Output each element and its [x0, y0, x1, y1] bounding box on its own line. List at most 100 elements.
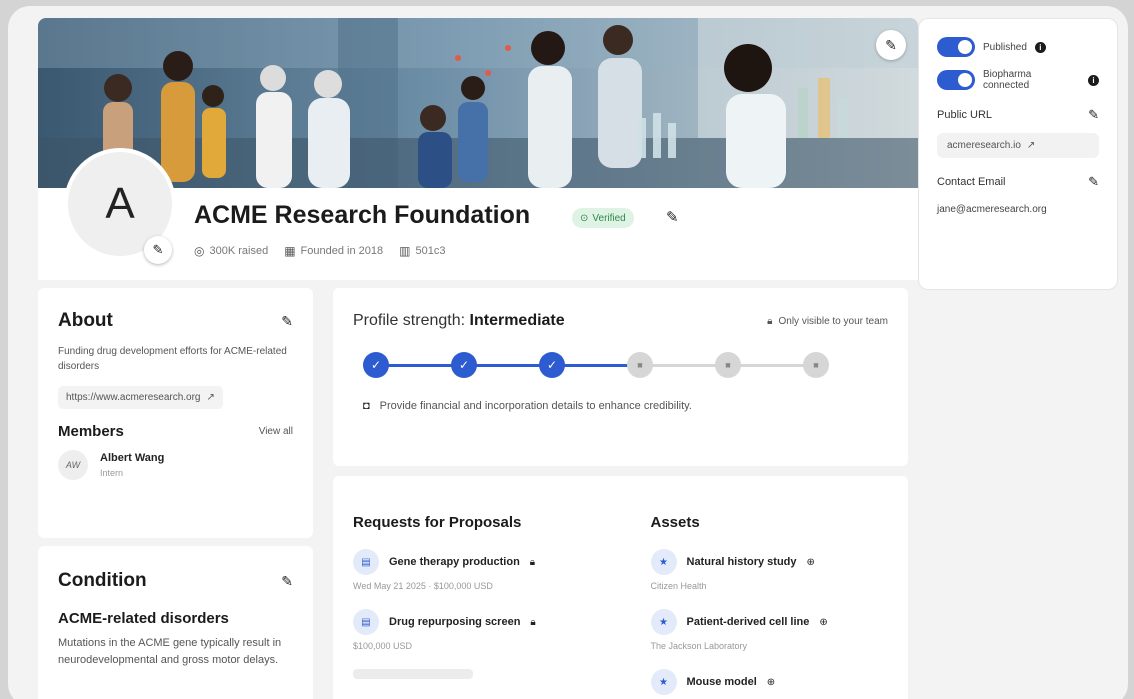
- hint-text: Provide financial and incorporation deta…: [379, 400, 692, 412]
- public-url-link[interactable]: acmeresearch.io ↗: [937, 133, 1099, 158]
- list-item-row: ★ Patient-derived cell line ⊕: [650, 609, 889, 635]
- lock-icon: 🔒︎: [530, 616, 536, 628]
- list-item[interactable]: ★ Patient-derived cell line ⊕ The Jackso…: [650, 609, 889, 651]
- settings-panel: Published i Biopharma connected i Public…: [918, 18, 1118, 290]
- list-item-row: ▤ Gene therapy production 🔒︎: [353, 549, 591, 575]
- meta-raised-text: 300K raised: [209, 245, 269, 257]
- rfp-assets-card: Requests for Proposals ▤ Gene therapy pr…: [333, 476, 908, 699]
- pencil-icon[interactable]: ✎: [281, 573, 293, 590]
- asset-item-title: Natural history study: [686, 556, 797, 568]
- assets-column: Assets ★ Natural history study ⊕ Citizen…: [650, 514, 889, 695]
- published-label: Published: [983, 41, 1027, 53]
- rfp-item-subtitle: $100,000 USD: [353, 641, 413, 651]
- list-item[interactable]: ★ Mouse model ⊕: [650, 669, 889, 695]
- condition-title: Condition: [58, 570, 147, 591]
- coin-icon: ◎: [194, 244, 205, 258]
- meta-founded-text: Founded in 2018: [300, 245, 384, 257]
- globe-icon: ⊕: [766, 676, 776, 688]
- profile-strength-title: Profile strength: Intermediate: [353, 312, 565, 330]
- profile-strength-label: Profile strength:: [353, 312, 466, 329]
- more-button[interactable]: [353, 669, 473, 679]
- external-link-icon: ↗: [1026, 140, 1036, 151]
- members-header: Members View all: [58, 423, 293, 440]
- contact-email-label: Contact Email: [937, 176, 1006, 188]
- rfp-item-title: Drug repurposing screen: [389, 616, 521, 628]
- star-icon: ★: [650, 549, 677, 575]
- website-link[interactable]: https://www.acmeresearch.org ↗: [58, 386, 223, 409]
- info-icon[interactable]: i: [1034, 41, 1046, 53]
- biopharma-toggle[interactable]: [937, 70, 975, 90]
- profile-header: ✎ A ✎ ACME Research Foundation ⊙ Verifie…: [38, 18, 918, 280]
- visibility-note: 🔒︎ Only visible to your team: [767, 316, 888, 327]
- asset-item-title: Patient-derived cell line: [686, 616, 810, 628]
- member-info: Albert Wang Intern: [100, 452, 164, 478]
- globe-icon: ⊕: [819, 616, 828, 628]
- list-item[interactable]: ▤ Drug repurposing screen 🔒︎ $100,000 US…: [353, 609, 591, 651]
- rfp-item-title: Gene therapy production: [389, 556, 520, 568]
- pencil-icon[interactable]: ✎: [1088, 107, 1099, 123]
- list-item-row: ★ Mouse model ⊕: [650, 669, 889, 695]
- public-url-label: Public URL: [937, 109, 993, 121]
- rfp-column: Requests for Proposals ▤ Gene therapy pr…: [353, 514, 591, 679]
- organization-meta: ◎ 300K raised ▦ Founded in 2018 ▥ 501c3: [194, 244, 445, 258]
- profile-strength-header: Profile strength: Intermediate 🔒︎ Only v…: [353, 312, 888, 330]
- about-title: About: [58, 310, 113, 331]
- verified-badge: ⊙ Verified: [572, 208, 634, 228]
- profile-strength-hint: ◘ Provide financial and incorporation de…: [353, 400, 888, 412]
- condition-card: Condition ✎ ACME-related disorders Mutat…: [38, 546, 313, 699]
- member-item[interactable]: AW Albert Wang Intern: [58, 450, 293, 480]
- website-url: https://www.acmeresearch.org: [66, 392, 201, 403]
- condition-header: Condition ✎: [58, 570, 293, 592]
- view-all-link[interactable]: View all: [259, 426, 293, 437]
- members-title: Members: [58, 423, 124, 440]
- document-icon: ▤: [353, 549, 379, 575]
- published-row: Published i: [937, 37, 1099, 57]
- profile-strength-level: Intermediate: [469, 312, 565, 329]
- step-complete-icon[interactable]: ✓: [539, 352, 565, 378]
- published-toggle[interactable]: [937, 37, 975, 57]
- assets-title: Assets: [650, 514, 700, 531]
- pencil-icon: ✎: [152, 242, 164, 257]
- check-circle-icon: ⊙: [580, 212, 589, 224]
- profile-strength-card: Profile strength: Intermediate 🔒︎ Only v…: [333, 288, 908, 466]
- meta-size-text: 501c3: [415, 245, 446, 257]
- step-pending-icon[interactable]: ■: [627, 352, 653, 378]
- list-item-row: ▤ Drug repurposing screen 🔒︎: [353, 609, 591, 635]
- info-icon[interactable]: i: [1088, 74, 1099, 86]
- step-complete-icon[interactable]: ✓: [363, 352, 389, 378]
- step-pending-icon[interactable]: ■: [715, 352, 741, 378]
- about-description: Funding drug development efforts for ACM…: [58, 346, 287, 372]
- star-icon: ★: [650, 609, 677, 635]
- step-complete-icon[interactable]: ✓: [451, 352, 477, 378]
- member-name: Albert Wang: [100, 452, 165, 464]
- contact-email-row: Contact Email ✎: [937, 174, 1099, 190]
- app-frame: ✎ A ✎ ACME Research Foundation ⊙ Verifie…: [8, 6, 1128, 699]
- rfp-item-subtitle: Wed May 21 2025 · $100,000 USD: [353, 581, 493, 591]
- edit-cover-button[interactable]: ✎: [876, 30, 906, 60]
- list-item[interactable]: ★ Natural history study ⊕ Citizen Health: [650, 549, 889, 591]
- globe-icon: ⊕: [806, 556, 815, 568]
- condition-name: ACME-related disorders: [58, 610, 229, 627]
- condition-description: Mutations in the ACME gene typically res…: [58, 637, 282, 666]
- biopharma-row: Biopharma connected i: [937, 69, 1099, 91]
- pencil-icon[interactable]: ✎: [281, 313, 293, 330]
- edit-title-button[interactable]: ✎: [666, 208, 679, 226]
- pencil-icon: ✎: [885, 36, 897, 53]
- lock-icon: 🔒︎: [529, 556, 536, 568]
- contact-email-value: jane@acmeresearch.org: [937, 204, 1047, 215]
- step-pending-icon[interactable]: ■: [803, 352, 829, 378]
- visibility-text: Only visible to your team: [778, 315, 889, 327]
- list-item[interactable]: ▤ Gene therapy production 🔒︎ Wed May 21 …: [353, 549, 591, 591]
- document-icon: ▤: [353, 609, 379, 635]
- avatar: AW: [58, 450, 88, 480]
- pencil-icon[interactable]: ✎: [1088, 174, 1099, 190]
- external-link-icon: ↗: [206, 392, 215, 403]
- profile-strength-steps: ✓ ✓ ✓ ■ ■ ■: [353, 350, 888, 380]
- edit-avatar-button[interactable]: ✎: [144, 236, 172, 264]
- cover-image: [38, 18, 918, 188]
- meta-founded: ▦ Founded in 2018: [284, 244, 383, 258]
- biopharma-label: Biopharma connected: [983, 69, 1032, 91]
- meta-size: ▥ 501c3: [399, 244, 445, 258]
- member-role: Intern: [100, 468, 124, 478]
- meta-raised: ◎ 300K raised: [194, 244, 268, 258]
